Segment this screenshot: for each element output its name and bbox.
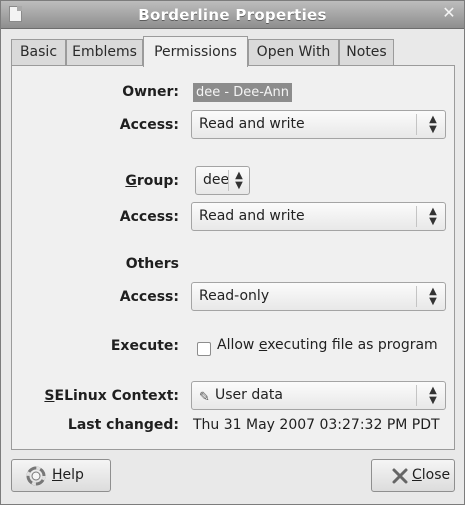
close-button[interactable]: Close <box>371 459 455 492</box>
owner-access-select[interactable]: Read and write ▲ ▼ <box>191 110 446 139</box>
help-button-label: elp <box>62 467 84 483</box>
help-lifebuoy-icon <box>26 466 46 486</box>
owner-access-value: Read and write <box>199 116 305 132</box>
tab-permissions[interactable]: Permissions <box>143 36 248 67</box>
title-bar[interactable]: Borderline Properties ✕ <box>1 1 464 29</box>
others-access-value: Read-only <box>199 288 270 304</box>
tab-notes[interactable]: Notes <box>339 39 394 66</box>
selinux-context-value: User data <box>215 387 283 403</box>
help-button[interactable]: Help <box>11 459 111 492</box>
close-mnemonic: C <box>412 467 422 483</box>
group-label: Group: <box>125 173 179 189</box>
group-access-select[interactable]: Read and write ▲ ▼ <box>191 202 446 231</box>
window-close-icon[interactable]: ✕ <box>440 4 458 22</box>
close-button-label: lose <box>421 467 451 483</box>
combo-separator <box>416 114 417 135</box>
owner-label: Owner: <box>122 84 179 100</box>
last-changed-value: Thu 31 May 2007 03:27:32 PM PDT <box>193 417 440 433</box>
combo-separator <box>416 206 417 227</box>
others-access-label: Access: <box>119 289 179 305</box>
tab-emblems[interactable]: Emblems <box>66 39 143 66</box>
help-mnemonic: H <box>52 467 63 483</box>
up-down-arrows-icon: ▲ ▼ <box>429 385 437 406</box>
execute-checkbox[interactable] <box>197 342 211 356</box>
others-access-select[interactable]: Read-only ▲ ▼ <box>191 282 446 311</box>
selinux-context-icon: ✎ <box>199 390 210 405</box>
last-changed-label: Last changed: <box>67 417 179 433</box>
execute-label: Execute: <box>110 338 179 354</box>
group-access-value: Read and write <box>199 208 305 224</box>
owner-value: dee - Dee-Ann <box>193 83 292 102</box>
combo-separator <box>416 385 417 406</box>
up-down-arrows-icon: ▲ ▼ <box>429 286 437 307</box>
group-select[interactable]: dee ▲ ▼ <box>195 166 250 195</box>
combo-separator <box>416 286 417 307</box>
up-down-arrows-icon: ▲ ▼ <box>429 114 437 135</box>
close-x-icon <box>392 468 408 484</box>
tab-basic[interactable]: Basic <box>11 39 66 66</box>
up-down-arrows-icon: ▲ ▼ <box>429 206 437 227</box>
properties-dialog: Borderline Properties ✕ Basic Emblems Pe… <box>0 0 465 505</box>
up-down-arrows-icon: ▲ ▼ <box>235 170 243 191</box>
combo-separator <box>228 170 229 191</box>
others-heading: Others <box>125 256 179 272</box>
window-title: Borderline Properties <box>138 6 327 24</box>
tab-open-with[interactable]: Open With <box>248 39 339 66</box>
group-access-label: Access: <box>119 209 179 225</box>
execute-checkbox-label[interactable]: Allow executing file as program <box>217 337 438 353</box>
selinux-context-label: SELinux Context: <box>44 388 179 404</box>
group-value: dee <box>203 172 230 188</box>
selinux-context-select[interactable]: ✎ User data ▲ ▼ <box>191 381 446 410</box>
owner-access-label: Access: <box>119 117 179 133</box>
